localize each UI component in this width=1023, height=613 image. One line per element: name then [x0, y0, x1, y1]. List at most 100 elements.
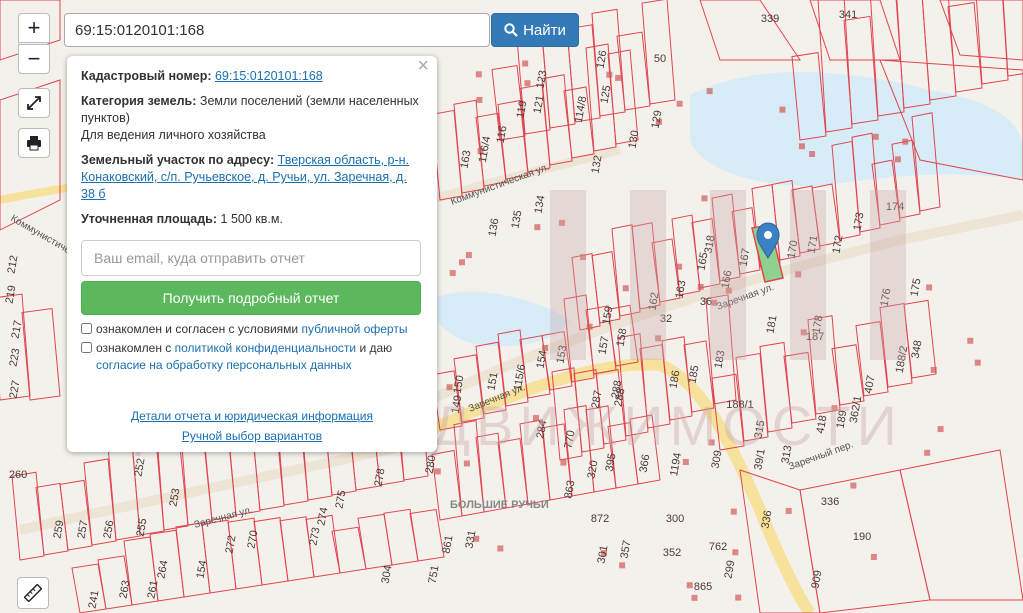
parcel-number-label[interactable]: 865: [694, 581, 712, 593]
personal-data-link[interactable]: согласие на обработку персональных данны…: [96, 358, 352, 372]
printer-icon: [27, 136, 41, 151]
building-marker: [476, 96, 483, 103]
building-marker: [706, 88, 713, 95]
zoom-out-button[interactable]: −: [18, 44, 50, 74]
parcel-number-label[interactable]: 352: [663, 547, 681, 559]
parcel-number-label[interactable]: 336: [821, 496, 839, 508]
consent-offer-checkbox[interactable]: [81, 323, 92, 334]
area-label: Уточненная площадь:: [81, 212, 218, 226]
building-marker: [622, 285, 629, 292]
consent-offer-row: ознакомлен и согласен с условиями публич…: [81, 321, 423, 338]
consent-privacy-label: ознакомлен с: [96, 341, 172, 355]
search-button-label: Найти: [523, 21, 566, 39]
building-marker: [458, 259, 465, 266]
building-marker: [676, 100, 683, 107]
parcel-number-label[interactable]: 872: [591, 513, 609, 525]
manual-selection-link[interactable]: Ручной выбор вариантов: [182, 429, 322, 443]
building-marker: [522, 60, 529, 67]
building-marker: [691, 594, 698, 601]
area-value: 1 500 кв.м.: [220, 212, 283, 226]
building-marker: [682, 458, 689, 465]
fullscreen-icon: [27, 96, 41, 110]
building-marker: [560, 459, 567, 466]
parcel-number-label[interactable]: 188/1: [726, 399, 754, 411]
search-input[interactable]: [64, 13, 490, 47]
building-marker: [619, 562, 626, 569]
parcel-number-label[interactable]: 50: [654, 53, 666, 65]
parcel-number-label[interactable]: 36: [700, 296, 712, 308]
fullscreen-button[interactable]: [18, 88, 50, 118]
building-marker: [870, 553, 877, 560]
parcel-number-label[interactable]: 174: [886, 201, 904, 213]
building-marker: [449, 270, 456, 277]
building-marker: [558, 219, 565, 226]
building-marker: [497, 545, 504, 552]
zoom-in-button[interactable]: +: [18, 13, 50, 43]
cadastral-row: Кадастровый номер: 69:15:0120101:168: [81, 68, 423, 85]
parcel-number-label[interactable]: 260: [9, 469, 27, 481]
cadastral-label: Кадастровый номер:: [81, 69, 212, 83]
building-marker: [465, 252, 472, 259]
address-label: Земельный участок по адресу:: [81, 153, 275, 167]
building-marker: [872, 133, 879, 140]
building-marker: [967, 337, 974, 344]
consent-offer-text: ознакомлен и согласен с условиями публич…: [96, 321, 407, 338]
building-marker: [580, 254, 587, 261]
parcel-number-label[interactable]: 300: [666, 513, 684, 525]
parcel-number-label[interactable]: 341: [839, 9, 857, 21]
email-field[interactable]: [81, 240, 421, 276]
address-row: Земельный участок по адресу: Тверская об…: [81, 152, 423, 203]
building-marker: [930, 366, 937, 373]
measure-button[interactable]: [17, 577, 49, 609]
settlement-label: БОЛЬШИЕ РУЧЬИ: [450, 499, 549, 511]
search-icon: [504, 23, 518, 37]
building-marker: [697, 283, 704, 290]
building-marker: [708, 439, 715, 446]
building-marker: [937, 426, 944, 433]
building-marker: [655, 335, 662, 342]
cadastral-link[interactable]: 69:15:0120101:168: [215, 69, 323, 83]
consent-privacy-checkbox[interactable]: [81, 342, 92, 353]
get-report-button[interactable]: Получить подробный отчет: [81, 281, 421, 315]
building-marker: [586, 323, 593, 330]
ruler-icon: [24, 584, 42, 602]
area-row: Уточненная площадь: 1 500 кв.м.: [81, 211, 423, 228]
consent-privacy-mid: и даю: [359, 341, 393, 355]
details-link[interactable]: Детали отчета и юридическая информация: [131, 409, 373, 423]
consent-privacy-row: ознакомлен с политикой конфиденциальност…: [81, 340, 423, 374]
building-marker: [974, 359, 981, 366]
building-marker: [676, 263, 683, 270]
print-button[interactable]: [18, 128, 50, 158]
building-marker: [542, 344, 549, 351]
parcel-number-label[interactable]: 187: [806, 331, 824, 343]
building-marker: [924, 449, 931, 456]
building-marker: [798, 143, 805, 150]
parcel-number-label[interactable]: 339: [761, 13, 779, 25]
building-marker: [615, 74, 622, 81]
details-link-row: Детали отчета и юридическая информация: [67, 408, 437, 425]
building-marker: [701, 195, 708, 202]
parcel-info-popup: × Кадастровый номер: 69:15:0120101:168 К…: [67, 56, 437, 452]
parcel-number-label[interactable]: 190: [853, 531, 871, 543]
parcel-number-label[interactable]: 762: [709, 541, 727, 553]
privacy-policy-link[interactable]: политикой конфиденциальности: [175, 341, 356, 355]
category-row: Категория земель: Земли поселений (земли…: [81, 93, 423, 144]
building-marker: [686, 582, 693, 589]
building-marker: [524, 80, 531, 87]
building-marker: [606, 71, 613, 78]
category-label: Категория земель:: [81, 94, 197, 108]
building-marker: [735, 594, 742, 601]
public-offer-link[interactable]: публичной оферты: [301, 322, 407, 336]
search-button[interactable]: Найти: [491, 13, 579, 47]
building-marker: [534, 224, 541, 231]
building-marker: [902, 138, 909, 145]
consent-offer-label: ознакомлен и согласен с условиями: [96, 322, 299, 336]
close-icon[interactable]: ×: [417, 56, 429, 76]
building-marker: [795, 271, 802, 278]
building-marker: [463, 460, 470, 467]
land-use-value: Для ведения личного хозяйства: [81, 128, 266, 142]
parcel-number-label[interactable]: 32: [660, 313, 672, 325]
building-marker: [785, 507, 792, 514]
building-marker: [779, 106, 786, 113]
manual-link-row: Ручной выбор вариантов: [67, 428, 437, 445]
